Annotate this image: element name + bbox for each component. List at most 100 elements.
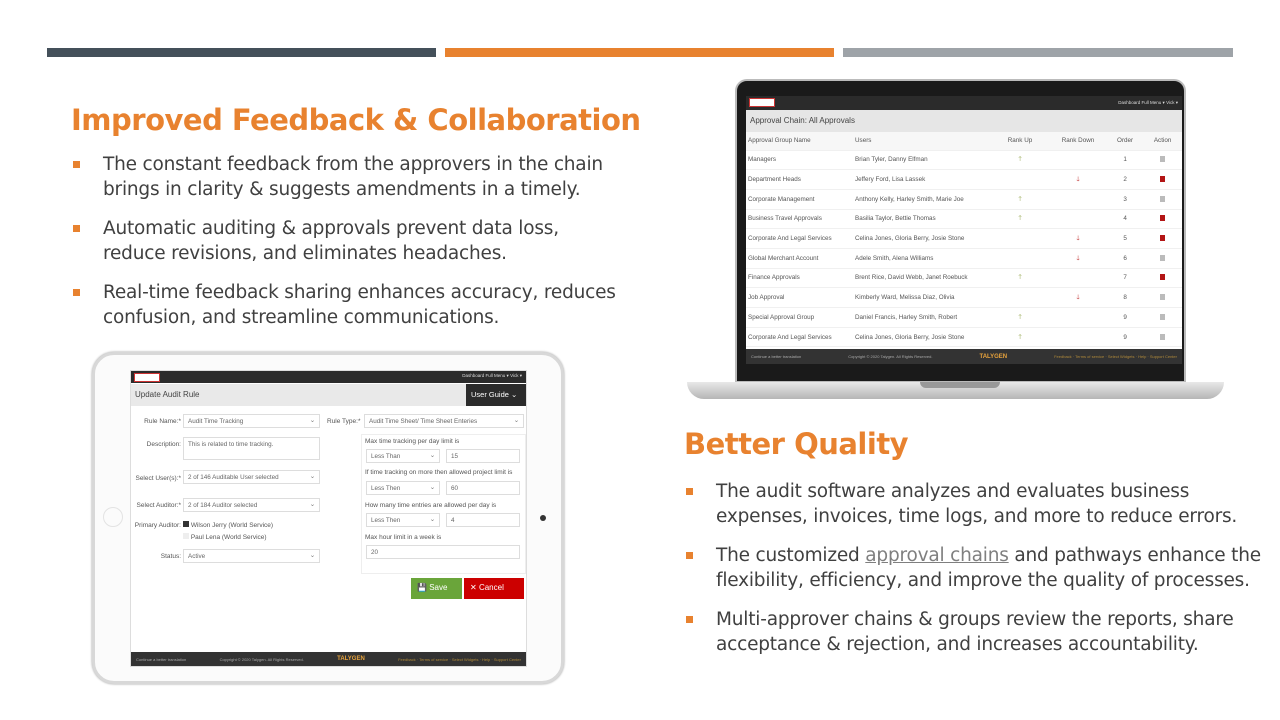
condition-operator[interactable]: Less Then ⌄ <box>366 481 440 495</box>
approval-chains-link[interactable]: approval chains <box>865 545 1009 566</box>
column-header: Order <box>1107 132 1144 150</box>
trash-icon[interactable] <box>1160 194 1166 202</box>
condition-operator[interactable]: Less Then ⌄ <box>366 513 440 527</box>
rank-down-arrow-icon[interactable]: 🡓 <box>1076 255 1079 262</box>
group-users: Adele Smith, Alena Williams <box>855 254 934 262</box>
users-label: Select User(s):* <box>135 475 181 482</box>
weekly-limit-label: Max hour limit in a week is <box>365 534 442 541</box>
rank-up-arrow-icon[interactable]: 🡑 <box>1018 334 1021 341</box>
trash-icon[interactable] <box>1160 293 1166 301</box>
group-users: Celina Jones, Gloria Berry, Josie Stone <box>855 235 965 243</box>
tablet-home-button <box>103 507 123 527</box>
group-name: Global Merchant Account <box>748 254 819 262</box>
rank-up-arrow-icon[interactable]: 🡑 <box>1018 314 1021 321</box>
bullet: Real-time feedback sharing enhances accu… <box>71 280 616 330</box>
condition-label: Max time tracking per day limit is <box>365 438 460 445</box>
group-users: Anthony Kelly, Harley Smith, Marie Joe <box>855 195 964 203</box>
table-row: Department Heads Jeffery Ford, Lisa Lass… <box>746 170 1182 190</box>
rule-name-select[interactable]: Audit Time Tracking ⌄ <box>183 414 320 428</box>
order-value: 9 <box>1123 313 1127 321</box>
auditor-label: Select Auditor:* <box>136 502 181 509</box>
table-row: Global Merchant Account Adele Smith, Ale… <box>746 248 1182 269</box>
form-title: Update Audit Rule <box>135 390 200 399</box>
conditions-panel: Max time tracking per day limit is Less … <box>361 434 526 574</box>
cancel-button[interactable]: ✕ Cancel <box>464 578 524 599</box>
rank-up-arrow-icon[interactable]: 🡑 <box>1018 215 1021 222</box>
condition-value[interactable]: 15 <box>446 449 520 463</box>
bullet: Automatic auditing & approvals prevent d… <box>71 216 616 266</box>
status-label: Status: <box>160 553 181 560</box>
weekly-limit-input[interactable]: 20 <box>366 545 520 559</box>
rank-up-arrow-icon[interactable]: 🡑 <box>1018 196 1021 203</box>
form-title-bar: Update Audit Rule User Guide ⌄ <box>131 384 526 406</box>
rule-name-label: Rule Name:* <box>144 418 181 425</box>
rank-up-arrow-icon[interactable]: 🡑 <box>1018 156 1021 163</box>
user-guide-button[interactable]: User Guide ⌄ <box>466 384 526 406</box>
order-value: 3 <box>1123 195 1127 203</box>
trash-icon[interactable] <box>1160 234 1166 242</box>
status-select[interactable]: Active ⌄ <box>183 549 320 563</box>
bullet-square-icon <box>73 225 80 232</box>
feedback-bullets: The constant feedback from the approvers… <box>71 152 616 344</box>
trash-icon[interactable] <box>1160 155 1166 163</box>
close-icon: ✕ <box>470 583 477 592</box>
top-nav[interactable]: Dashboard Full Menu ▾ Vick ▾ <box>462 373 522 379</box>
rank-down-arrow-icon[interactable]: 🡓 <box>1076 235 1079 242</box>
trash-icon[interactable] <box>1160 253 1166 261</box>
auditor-select[interactable]: 2 of 184 Auditor selected ⌄ <box>183 498 320 512</box>
table-row: Business Travel Approvals Basilia Taylor… <box>746 209 1182 229</box>
trash-icon[interactable] <box>1160 175 1166 183</box>
primary-auditor-option[interactable]: Wilson Jerry (World Service) <box>183 521 273 529</box>
trash-icon[interactable] <box>1160 214 1166 222</box>
trash-icon[interactable] <box>1160 332 1166 340</box>
rule-type-label: Rule Type:* <box>327 418 361 425</box>
bullet-text: Automatic auditing & approvals prevent d… <box>103 218 559 264</box>
group-users: Brent Rice, David Webb, Janet Roebuck <box>855 274 968 282</box>
save-button[interactable]: 💾 Save <box>411 578 462 599</box>
column-header: Action <box>1143 132 1182 150</box>
bullet-square-icon <box>686 616 693 623</box>
table-row: Job Approval Kimberly Ward, Melissa Diaz… <box>746 288 1182 308</box>
group-name: Special Approval Group <box>748 313 815 321</box>
group-name: Job Approval <box>748 294 785 302</box>
app-topbar: Dashboard Full Menu ▾ Vick ▾ <box>131 371 526 383</box>
group-name: Corporate Management <box>748 195 815 203</box>
trash-icon[interactable] <box>1160 312 1166 320</box>
app-footer: Continue a better translation Copyright ©… <box>131 652 526 666</box>
condition-label: If time tracking on more then allowed pr… <box>365 469 513 476</box>
group-users: Kimberly Ward, Melissa Diaz, Olivia <box>855 294 955 302</box>
description-input[interactable]: This is related to time tracking. <box>183 437 320 460</box>
top-nav[interactable]: Dashboard Full Menu ▾ Vick ▾ <box>1118 100 1178 106</box>
condition-value[interactable]: 60 <box>446 481 520 495</box>
rank-up-arrow-icon[interactable]: 🡑 <box>1018 274 1021 281</box>
order-value: 9 <box>1123 333 1127 341</box>
table-row: Managers Brian Tyler, Danny Elfman 🡑 1 <box>746 150 1182 170</box>
order-value: 7 <box>1123 274 1127 282</box>
bullet: Multi-approver chains & groups review th… <box>684 607 1264 657</box>
table-row: Special Approval Group Daniel Francis, H… <box>746 308 1182 328</box>
approval-title-bar: Approval Chain: All Approvals <box>746 110 1182 132</box>
group-name: Department Heads <box>748 176 801 184</box>
order-value: 4 <box>1123 215 1127 223</box>
order-value: 6 <box>1123 254 1127 262</box>
bullet: The audit software analyzes and evaluate… <box>684 479 1264 529</box>
talygen-logo: TALYGEN <box>979 353 1008 360</box>
rank-down-arrow-icon[interactable]: 🡓 <box>1076 294 1079 301</box>
group-users: Celina Jones, Gloria Berry, Josie Stone <box>855 333 965 341</box>
condition-value[interactable]: 4 <box>446 513 520 527</box>
primary-auditor-option[interactable]: Paul Lena (World Service) <box>183 533 267 541</box>
heading-quality: Better Quality <box>684 427 909 461</box>
rank-down-arrow-icon[interactable]: 🡓 <box>1076 176 1079 183</box>
users-select[interactable]: 2 of 146 Auditable User selected ⌄ <box>183 470 320 484</box>
trash-icon[interactable] <box>1160 273 1166 281</box>
laptop-notch <box>920 382 1000 388</box>
condition-operator[interactable]: Less Than ⌄ <box>366 449 440 463</box>
bullet: The constant feedback from the approvers… <box>71 152 616 202</box>
app-topbar: Dashboard Full Menu ▾ Vick ▾ <box>746 96 1182 110</box>
group-users: Basilia Taylor, Bettie Thomas <box>855 215 936 223</box>
rule-type-select[interactable]: Audit Time Sheet/ Time Sheet Enteries ⌄ <box>364 414 524 428</box>
order-value: 8 <box>1123 294 1127 302</box>
column-header: Approval Group Name <box>746 132 853 150</box>
bullet-text: The constant feedback from the approvers… <box>103 154 603 200</box>
save-icon: 💾 <box>417 583 427 592</box>
